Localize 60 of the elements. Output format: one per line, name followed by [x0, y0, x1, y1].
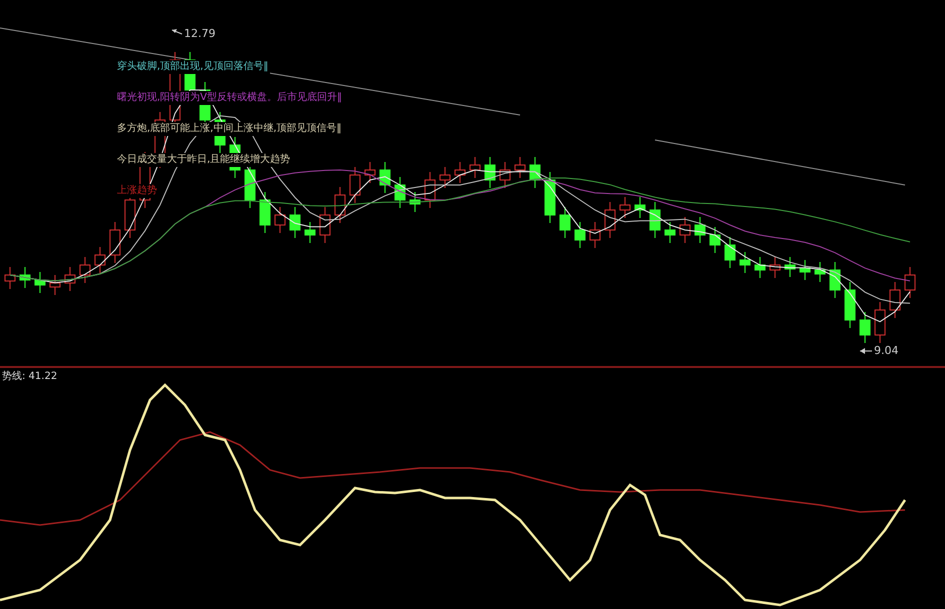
signal-text: 穿头破脚,顶部出现,见顶回落信号‖ — [115, 60, 270, 74]
candlestick — [334, 186, 346, 224]
signal-text: 今日成交量大于昨日,且能继续增大趋势 — [115, 153, 292, 167]
candlestick — [694, 216, 706, 244]
candlestick — [560, 206, 570, 238]
low-price-label: 9.04 — [874, 344, 898, 357]
candlestick — [320, 206, 330, 244]
candlestick — [34, 272, 46, 294]
candlestick — [754, 256, 766, 278]
candlestick — [410, 192, 420, 212]
candlestick — [800, 260, 810, 280]
candlestick — [574, 222, 586, 248]
candlestick — [94, 246, 106, 274]
candlestick — [860, 312, 870, 344]
candlestick — [4, 266, 16, 290]
candlestick — [304, 222, 316, 244]
candlestick — [904, 266, 916, 298]
candlestick — [20, 266, 30, 288]
candlestick — [844, 282, 856, 328]
candlestick — [514, 156, 526, 178]
indicator-label: 势线: 41.22 — [2, 370, 58, 383]
candlestick — [710, 226, 720, 254]
candlestick — [650, 202, 660, 238]
candlestick — [590, 222, 600, 248]
candlestick — [814, 262, 826, 282]
candlestick — [724, 236, 736, 268]
high-price-label: 12.79 — [184, 27, 216, 40]
candlestick — [440, 166, 450, 188]
candlestick — [64, 266, 76, 292]
candlestick — [260, 192, 270, 234]
candlestick — [80, 256, 90, 284]
candlestick — [784, 256, 796, 278]
candlestick — [364, 162, 376, 184]
candlestick — [530, 156, 540, 188]
arrow-icon — [860, 348, 872, 354]
candlestick — [394, 176, 406, 208]
candlestick — [544, 172, 556, 224]
candlestick — [664, 222, 676, 244]
candlestick — [290, 206, 300, 238]
candlestick — [424, 172, 436, 208]
arrow-icon — [172, 29, 182, 34]
candlestick — [274, 206, 286, 234]
candlestick — [890, 282, 900, 318]
candlestick — [830, 262, 840, 298]
candlestick — [454, 162, 466, 184]
candlestick — [350, 166, 360, 204]
candlestick — [680, 216, 690, 244]
candlestick — [500, 162, 510, 188]
candlestick — [470, 156, 480, 178]
candlestick — [874, 302, 886, 344]
candlestick — [110, 222, 120, 264]
candlestick — [740, 252, 750, 274]
candlestick — [50, 274, 60, 296]
candlestick — [620, 196, 630, 218]
candlestick — [634, 196, 646, 218]
candlestick — [604, 202, 616, 238]
signal-text: 上涨趋势 — [115, 184, 159, 198]
candlestick — [380, 162, 390, 194]
candlestick — [770, 256, 780, 278]
candlestick — [484, 156, 496, 188]
